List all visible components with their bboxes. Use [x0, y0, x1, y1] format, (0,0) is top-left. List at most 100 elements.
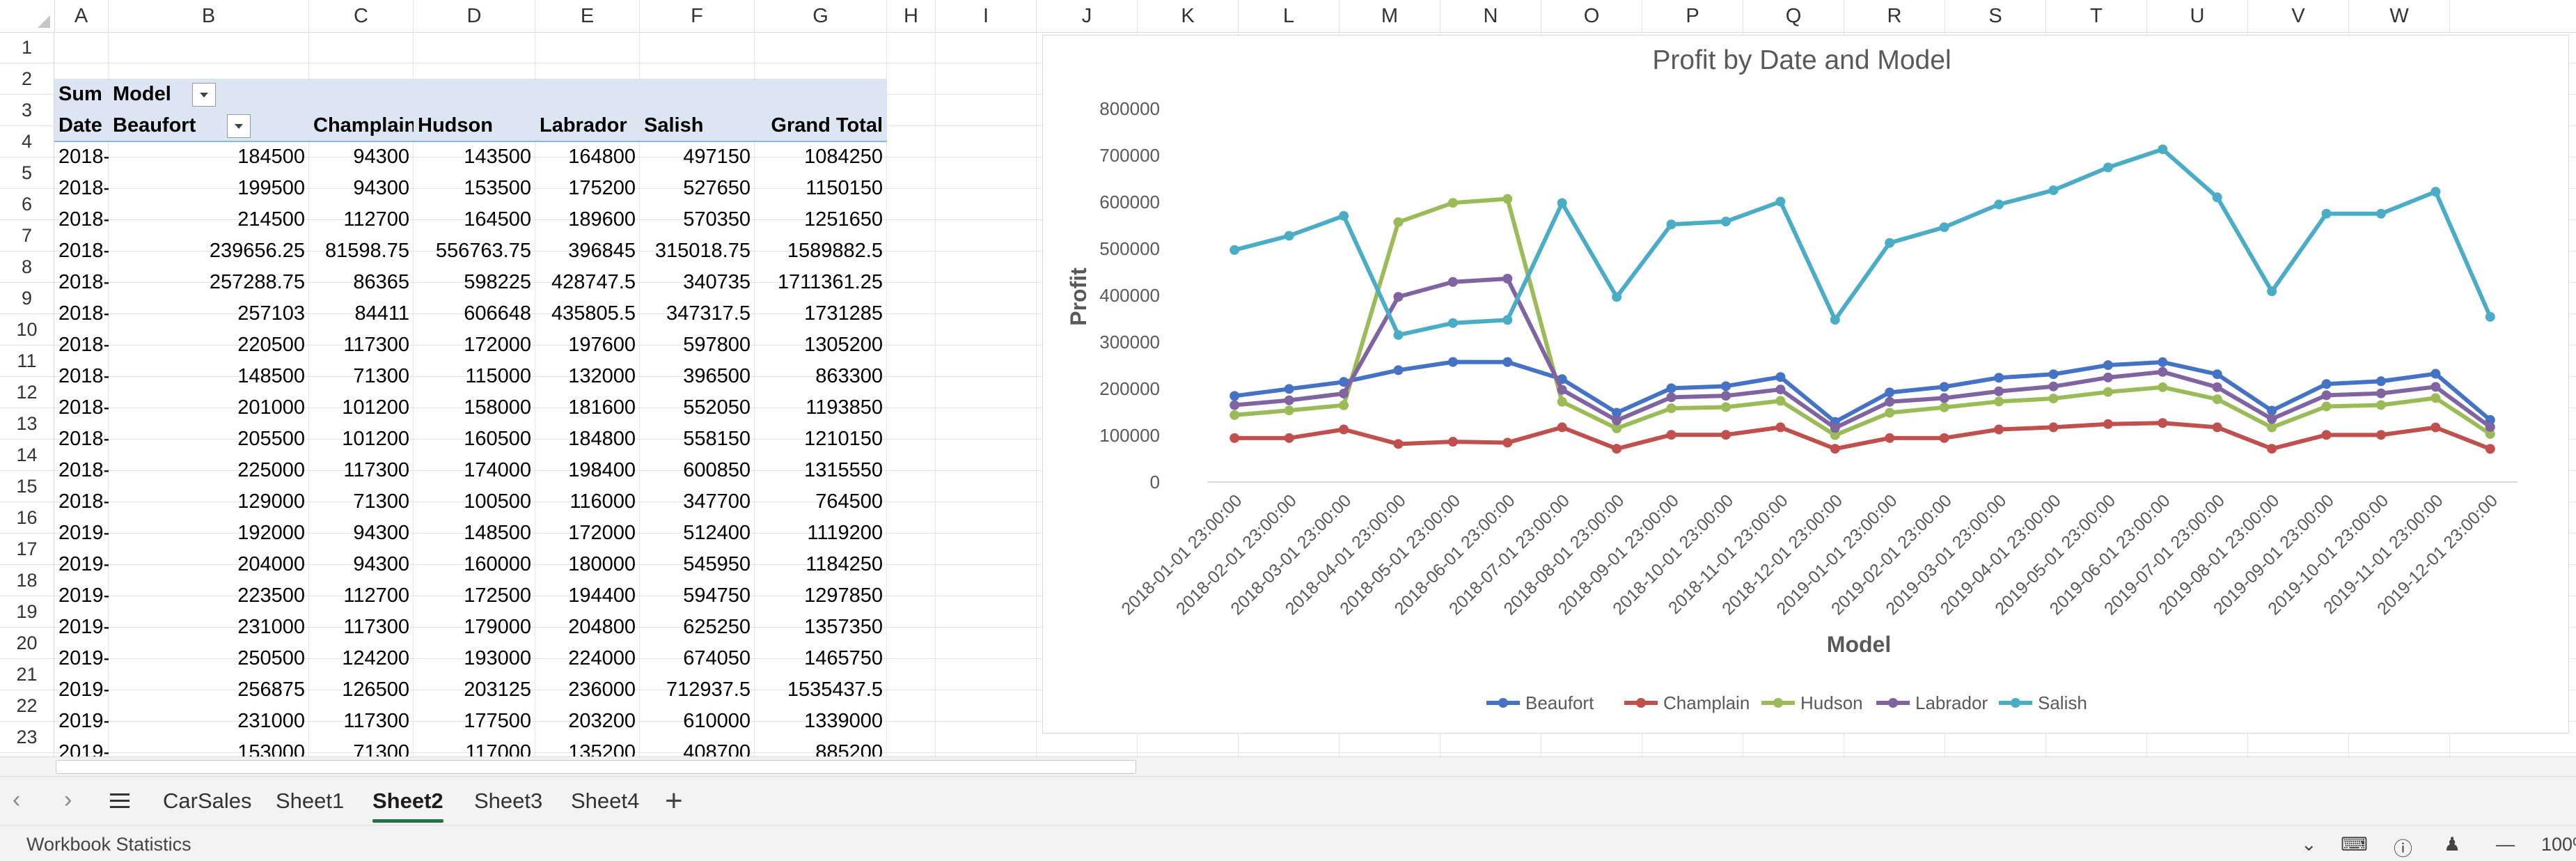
pivot-row-label[interactable]: 2019-02-01 23:00:00 [54, 549, 109, 580]
pivot-value-cell[interactable]: 1184250 [755, 549, 887, 580]
pivot-value-cell[interactable]: 112700 [309, 580, 414, 612]
pivot-value-cell[interactable]: 112700 [309, 204, 414, 235]
pivot-value-cell[interactable]: 428747.5 [535, 267, 640, 298]
column-header-g[interactable]: G [755, 0, 887, 32]
pivot-value-cell[interactable]: 224000 [535, 643, 640, 674]
row-header-23[interactable]: 23 [0, 722, 54, 753]
accessibility-icon[interactable]: ♟ [2444, 834, 2460, 855]
column-header-h[interactable]: H [887, 0, 936, 32]
pivot-value-cell[interactable]: 340735 [640, 267, 755, 298]
pivot-value-cell[interactable]: 172000 [414, 329, 535, 361]
pivot-value-cell[interactable]: 94300 [309, 173, 414, 204]
pivot-row-label[interactable]: 2018-08-01 23:00:00 [54, 361, 109, 392]
pivot-value-cell[interactable]: 179000 [414, 612, 535, 643]
pivot-value-cell[interactable]: 101200 [309, 392, 414, 424]
row-header-18[interactable]: 18 [0, 565, 54, 596]
sheet-tab-sheet4[interactable]: Sheet4 [565, 777, 645, 825]
line-chart[interactable]: Profit by Date and Model 0 100000 200000 300… [1042, 35, 2569, 734]
pivot-value-cell[interactable]: 1193850 [755, 392, 887, 424]
pivot-value-cell[interactable]: 1589882.5 [755, 235, 887, 267]
pivot-row-label[interactable]: 2018-12-01 23:00:00 [54, 486, 109, 518]
pivot-column-header[interactable]: Salish [640, 110, 755, 141]
pivot-value-cell[interactable]: 100500 [414, 486, 535, 518]
row-header-3[interactable]: 3 [0, 95, 54, 126]
sheet-tab-carsales[interactable]: CarSales [157, 777, 258, 825]
column-header-m[interactable]: M [1340, 0, 1440, 32]
pivot-value-cell[interactable]: 94300 [309, 549, 414, 580]
row-header-13[interactable]: 13 [0, 408, 54, 440]
pivot-row-field-label[interactable]: Date [54, 110, 109, 141]
column-header-b[interactable]: B [109, 0, 309, 32]
row-header-20[interactable]: 20 [0, 628, 54, 659]
pivot-value-cell[interactable]: 347317.5 [640, 298, 755, 329]
pivot-value-cell[interactable]: 174000 [414, 455, 535, 486]
help-icon[interactable]: ⓘ [2394, 834, 2412, 861]
column-header-c[interactable]: C [309, 0, 414, 32]
pivot-value-cell[interactable]: 71300 [309, 361, 414, 392]
column-header-k[interactable]: K [1138, 0, 1239, 32]
row-header-15[interactable]: 15 [0, 471, 54, 502]
column-header-v[interactable]: V [2248, 0, 2349, 32]
pivot-value-cell[interactable]: 223500 [109, 580, 309, 612]
pivot-value-cell[interactable]: 197600 [535, 329, 640, 361]
pivot-value-cell[interactable]: 396500 [640, 361, 755, 392]
column-header-d[interactable]: D [414, 0, 535, 32]
pivot-value-cell[interactable]: 175200 [535, 173, 640, 204]
column-header-q[interactable]: Q [1743, 0, 1844, 32]
pivot-value-cell[interactable]: 180000 [535, 549, 640, 580]
row-header-1[interactable]: 1 [0, 32, 54, 63]
pivot-value-cell[interactable]: 1731285 [755, 298, 887, 329]
column-header-j[interactable]: J [1037, 0, 1138, 32]
column-field-filter-button[interactable] [192, 83, 216, 107]
chevron-left-icon[interactable]: ‹ [13, 786, 20, 814]
pivot-value-cell[interactable]: 1315550 [755, 455, 887, 486]
pivot-value-cell[interactable]: 205500 [109, 424, 309, 455]
pivot-value-cell[interactable]: 231000 [109, 706, 309, 737]
pivot-value-cell[interactable]: 1119200 [755, 518, 887, 549]
pivot-row-label[interactable]: 2018-05-01 23:00:00 [54, 267, 109, 298]
row-header-17[interactable]: 17 [0, 534, 54, 565]
pivot-row-label[interactable]: 2019-04-01 23:00:00 [54, 612, 109, 643]
pivot-value-cell[interactable]: 198400 [535, 455, 640, 486]
pivot-value-cell[interactable]: 143500 [414, 141, 535, 173]
pivot-value-cell[interactable]: 863300 [755, 361, 887, 392]
row-header-16[interactable]: 16 [0, 502, 54, 534]
pivot-value-cell[interactable]: 527650 [640, 173, 755, 204]
pivot-column-header[interactable]: Champlain [309, 110, 414, 141]
pivot-value-cell[interactable]: 600850 [640, 455, 755, 486]
sheet-tab-sheet1[interactable]: Sheet1 [270, 777, 350, 825]
pivot-value-cell[interactable]: 184800 [535, 424, 640, 455]
row-header-5[interactable]: 5 [0, 157, 54, 189]
pivot-column-header[interactable]: Labrador [535, 110, 640, 141]
pivot-value-cell[interactable]: 193000 [414, 643, 535, 674]
pivot-row-label[interactable]: 2018-06-01 23:00:00 [54, 298, 109, 329]
pivot-row-label[interactable]: 2018-11-01 23:00:00 [54, 455, 109, 486]
pivot-value-cell[interactable]: 172000 [535, 518, 640, 549]
pivot-value-cell[interactable]: 153500 [414, 173, 535, 204]
pivot-value-cell[interactable]: 84411 [309, 298, 414, 329]
pivot-value-cell[interactable]: 257103 [109, 298, 309, 329]
pivot-value-cell[interactable]: 189600 [535, 204, 640, 235]
pivot-value-cell[interactable]: 203200 [535, 706, 640, 737]
pivot-value-cell[interactable]: 231000 [109, 612, 309, 643]
pivot-value-cell[interactable]: 625250 [640, 612, 755, 643]
pivot-value-cell[interactable]: 674050 [640, 643, 755, 674]
pivot-value-cell[interactable]: 1084250 [755, 141, 887, 173]
pivot-value-cell[interactable]: 160000 [414, 549, 535, 580]
column-header-e[interactable]: E [535, 0, 640, 32]
pivot-value-cell[interactable]: 204000 [109, 549, 309, 580]
row-header-8[interactable]: 8 [0, 251, 54, 283]
pivot-value-cell[interactable]: 81598.75 [309, 235, 414, 267]
pivot-column-header[interactable]: Hudson [414, 110, 535, 141]
pivot-value-cell[interactable]: 160500 [414, 424, 535, 455]
row-header-4[interactable]: 4 [0, 126, 54, 157]
row-header-22[interactable]: 22 [0, 690, 54, 722]
pivot-value-cell[interactable]: 597800 [640, 329, 755, 361]
pivot-value-cell[interactable]: 148500 [414, 518, 535, 549]
pivot-value-cell[interactable]: 148500 [109, 361, 309, 392]
pivot-value-cell[interactable]: 129000 [109, 486, 309, 518]
pivot-value-cell[interactable]: 1535437.5 [755, 674, 887, 706]
pivot-value-cell[interactable]: 1465750 [755, 643, 887, 674]
pivot-value-cell[interactable]: 132000 [535, 361, 640, 392]
column-header-u[interactable]: U [2147, 0, 2248, 32]
